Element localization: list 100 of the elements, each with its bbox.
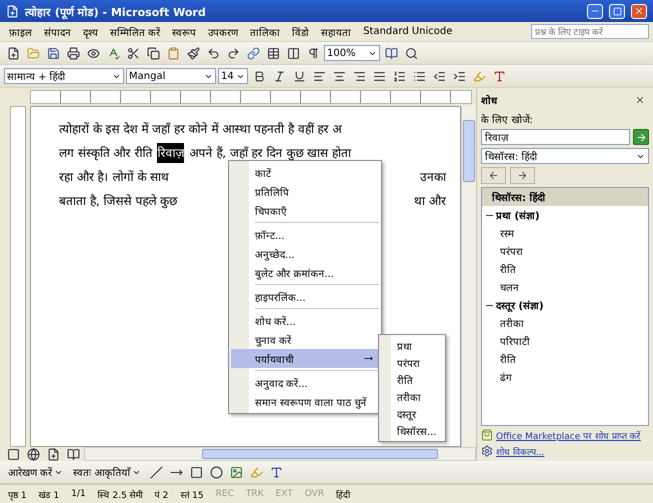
- search-label: के लिए खोजें:: [481, 113, 534, 126]
- document-text: अपने हैं, जहाँ हर दिन कुछ खास होता: [189, 145, 351, 162]
- menu-item[interactable]: संपादन: [39, 24, 76, 40]
- style-dropdown[interactable]: सामान्य + हिंदी: [4, 68, 124, 84]
- maximize-icon: [612, 6, 622, 16]
- new-document-icon: [6, 46, 20, 60]
- autoshapes-menu-button[interactable]: स्वतः आकृतियाँ: [69, 465, 146, 479]
- document-text: था और: [414, 193, 448, 210]
- table-icon: [266, 46, 280, 60]
- source-dropdown[interactable]: थिसॉरस: हिंदी: [481, 148, 649, 164]
- columns-icon: [286, 46, 300, 60]
- task-pane-title: शोध: [481, 94, 497, 107]
- document-text: त्योहारों के इस देश में जहाँ हर कोने में आस्था पहनती है वहीं हर अ: [59, 121, 342, 138]
- submenu-item[interactable]: तरीका: [381, 388, 443, 405]
- rectangle-icon: [190, 466, 203, 478]
- synonym-item[interactable]: रस्म: [482, 224, 648, 242]
- bold-icon: [252, 70, 266, 82]
- submenu-item[interactable]: रीति: [381, 371, 443, 388]
- align-left-icon: [312, 70, 326, 82]
- book-icon: [384, 46, 398, 60]
- maximize-button[interactable]: [609, 4, 625, 18]
- synonym-item[interactable]: तरीका: [482, 314, 648, 332]
- align-right-icon: [352, 70, 366, 82]
- pilcrow-icon: [306, 46, 320, 60]
- menu-item[interactable]: Standard Unicode: [358, 25, 458, 38]
- menu-item[interactable]: बुलेट और क्रमांकन...: [231, 263, 379, 282]
- fill-color-icon: [250, 466, 263, 478]
- menu-item[interactable]: चुनाव करें: [231, 330, 379, 349]
- menu-item[interactable]: दृश्य: [78, 24, 103, 40]
- document-text: रहा और है। लोगों के साथ: [59, 169, 170, 186]
- tree-group[interactable]: दस्तूर (संज्ञा): [482, 296, 648, 314]
- status-text: स्थि 2.5 सेमी: [98, 489, 143, 500]
- menu-item[interactable]: प्रतिलिपि: [231, 182, 379, 201]
- outdent-icon: [432, 70, 446, 82]
- settings-icon: [481, 445, 493, 457]
- pane-link[interactable]: Office Marketplace पर शोध प्राप्त करें: [496, 429, 641, 442]
- menu-item[interactable]: अनुवाद करें...: [231, 373, 379, 392]
- back-button[interactable]: [481, 167, 506, 184]
- justify-icon: [372, 70, 386, 82]
- menu-item[interactable]: काटें: [231, 163, 379, 182]
- menu-item[interactable]: सम्मिलित करें: [105, 24, 166, 40]
- ellipse-icon: [210, 466, 223, 478]
- synonym-item[interactable]: परिपाटी: [482, 332, 648, 350]
- menu-item[interactable]: फ़ॉन्ट...: [231, 225, 379, 244]
- menu-item[interactable]: सहायता: [316, 24, 356, 40]
- submenu-item[interactable]: परंपरा: [381, 354, 443, 371]
- forward-button[interactable]: [510, 167, 535, 184]
- link-icon: [246, 46, 260, 60]
- status-text: EXT: [276, 489, 293, 499]
- search-field[interactable]: रिवाज़: [481, 129, 630, 145]
- menu-item[interactable]: स्वरूप: [167, 24, 202, 40]
- status-text: TRK: [246, 489, 264, 499]
- synonym-item[interactable]: रीति: [482, 260, 648, 278]
- status-text: 1/1: [71, 489, 86, 499]
- horizontal-scrollbar[interactable]: [84, 447, 476, 461]
- menu-item[interactable]: उपकरण: [203, 24, 244, 40]
- clipboard-icon: [166, 46, 180, 60]
- font-size-dropdown[interactable]: 14: [218, 68, 248, 84]
- help-search-field[interactable]: प्रश्न के लिए टाइप करें: [531, 24, 649, 39]
- submenu-item[interactable]: प्रथा: [381, 337, 443, 354]
- synonym-item[interactable]: ढंग: [482, 368, 648, 386]
- font-dropdown[interactable]: Mangal: [126, 68, 216, 84]
- menu-item[interactable]: हाइपरलिंक...: [231, 287, 379, 306]
- document-text: लग संस्कृति और रीति: [59, 145, 152, 162]
- picture-icon: [230, 466, 243, 478]
- eye-icon: [86, 46, 100, 60]
- menu-item[interactable]: पर्यायवाची: [231, 349, 379, 368]
- tree-group[interactable]: प्रथा (संज्ञा): [482, 206, 648, 224]
- menu-item[interactable]: तालिका: [245, 24, 286, 40]
- menu-item[interactable]: शोध करें...: [231, 311, 379, 330]
- close-button[interactable]: [631, 4, 647, 18]
- synonym-item[interactable]: रीति: [482, 350, 648, 368]
- reading-view-icon: [66, 448, 80, 460]
- menu-item[interactable]: समान स्वरूपण वाला पाठ चुनें: [231, 392, 379, 411]
- document-text: उनका: [420, 169, 448, 186]
- submenu-arrow-icon: [364, 354, 373, 363]
- bag-icon: [481, 429, 493, 441]
- vertical-scrollbar[interactable]: [461, 106, 476, 447]
- draw-menu-button[interactable]: आरेखण करें: [4, 465, 68, 479]
- submenu-item[interactable]: दस्तूर: [381, 405, 443, 422]
- minimize-button[interactable]: [587, 4, 603, 18]
- web-view-icon: [26, 448, 40, 460]
- go-button[interactable]: [633, 129, 649, 145]
- menu-item[interactable]: चिपकाएँ: [231, 201, 379, 220]
- zoom-dropdown[interactable]: 100%: [324, 45, 380, 61]
- synonym-item[interactable]: चलन: [482, 278, 648, 296]
- paintbrush-icon: [186, 46, 200, 60]
- save-icon: [46, 46, 60, 60]
- submenu-item[interactable]: थिसॉरस...: [381, 422, 443, 439]
- menu-item[interactable]: फ़ाइल: [4, 24, 37, 40]
- synonym-item[interactable]: परंपरा: [482, 242, 648, 260]
- status-text: खंड 1: [38, 490, 60, 500]
- spell-check-icon: [106, 46, 120, 60]
- menu-item[interactable]: विंडो: [287, 24, 314, 40]
- back-arrow-icon: [488, 170, 499, 181]
- italic-icon: [272, 70, 286, 82]
- document-icon: [6, 4, 19, 18]
- font-color-icon: [492, 70, 506, 82]
- menu-item[interactable]: अनुच्छेद...: [231, 244, 379, 263]
- pane-link[interactable]: शोध विकल्प...: [496, 445, 544, 458]
